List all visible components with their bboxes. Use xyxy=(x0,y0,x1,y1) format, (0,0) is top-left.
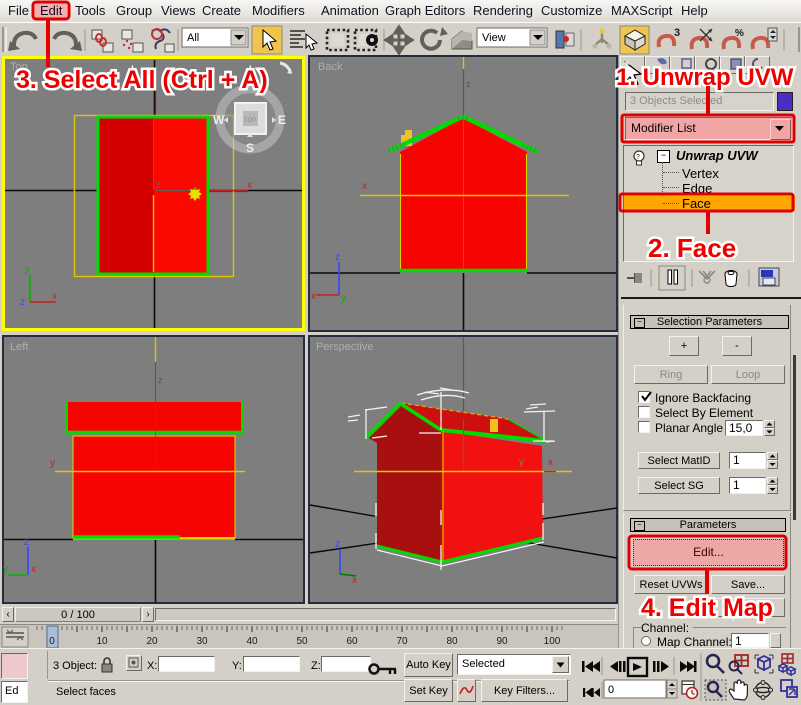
svg-text:x: x xyxy=(31,564,36,575)
svg-text:y: y xyxy=(3,564,8,575)
svg-text:E: E xyxy=(278,113,286,127)
svg-text:y: y xyxy=(341,293,346,304)
svg-text:30: 30 xyxy=(196,636,208,647)
svg-text:Back: Back xyxy=(318,61,343,73)
svg-text:x: x xyxy=(247,180,252,191)
svg-text:Left: Left xyxy=(10,341,28,353)
svg-text:y: y xyxy=(50,458,55,469)
svg-text:y: y xyxy=(25,264,30,275)
svg-text:Top: Top xyxy=(10,61,28,73)
svg-text:x: x xyxy=(362,181,367,192)
svg-text:TOP: TOP xyxy=(244,118,256,124)
svg-text:100: 100 xyxy=(544,636,561,647)
svg-text:40: 40 xyxy=(246,636,258,647)
svg-text:z: z xyxy=(466,79,471,89)
svg-text:z: z xyxy=(156,180,161,191)
svg-text:50: 50 xyxy=(296,636,308,647)
svg-text:60: 60 xyxy=(346,636,358,647)
svg-text:10: 10 xyxy=(96,636,108,647)
svg-text:All: All xyxy=(187,32,199,44)
svg-text:x: x xyxy=(311,291,316,302)
svg-text:S: S xyxy=(246,141,254,155)
svg-text:3: 3 xyxy=(674,27,680,39)
svg-text:?: ? xyxy=(636,154,640,161)
svg-text:20: 20 xyxy=(146,636,158,647)
svg-text:0: 0 xyxy=(49,636,55,647)
svg-text:y: y xyxy=(519,457,524,468)
svg-text:90: 90 xyxy=(496,636,508,647)
svg-text:z: z xyxy=(24,537,29,548)
svg-text:0: 0 xyxy=(608,684,614,696)
svg-text:Perspective: Perspective xyxy=(316,341,373,353)
svg-text:x: x xyxy=(352,575,357,586)
svg-text:W: W xyxy=(213,113,225,127)
svg-text:z: z xyxy=(158,375,163,385)
svg-text:z: z xyxy=(335,539,340,550)
svg-text:70: 70 xyxy=(396,636,408,647)
svg-text:z: z xyxy=(20,297,25,308)
svg-text:80: 80 xyxy=(446,636,458,647)
svg-text:%: % xyxy=(735,28,744,39)
svg-text:View: View xyxy=(482,32,506,44)
svg-text:x: x xyxy=(548,457,553,468)
svg-text:x: x xyxy=(52,291,57,302)
svg-text:z: z xyxy=(335,252,340,263)
